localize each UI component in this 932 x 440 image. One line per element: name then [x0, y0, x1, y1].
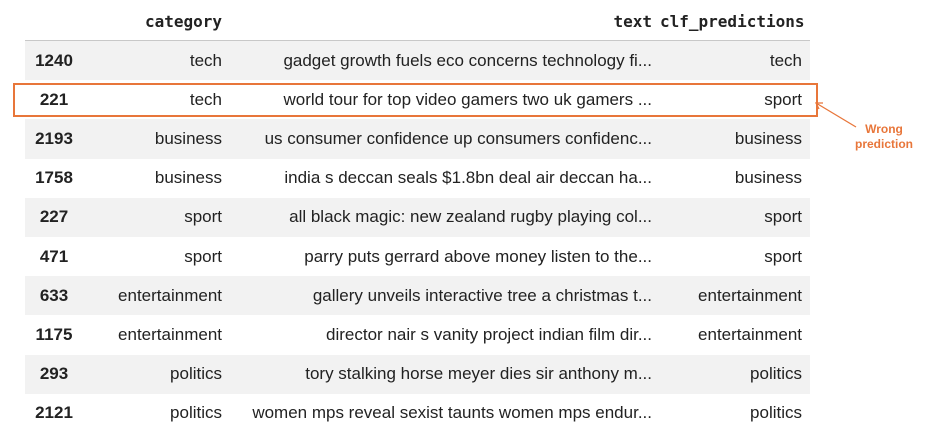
prediction-cell: politics — [660, 393, 810, 433]
clf-predictions-header: clf_predictions — [660, 2, 810, 41]
text-cell: gallery unveils interactive tree a chris… — [230, 276, 660, 316]
wrong-prediction-annotation: Wrong prediction — [846, 122, 922, 152]
prediction-cell: entertainment — [660, 315, 810, 355]
prediction-cell: politics — [660, 354, 810, 394]
prediction-cell: sport — [660, 197, 810, 237]
index-header — [25, 2, 83, 41]
table-row: 471 sport parry puts gerrard above money… — [25, 236, 810, 277]
text-cell: us consumer confidence up consumers conf… — [230, 119, 660, 159]
text-cell: world tour for top video gamers two uk g… — [230, 80, 660, 120]
category-cell: tech — [83, 40, 230, 81]
prediction-cell: sport — [660, 80, 810, 120]
dataframe-table: category text clf_predictions 1240 tech … — [25, 2, 810, 433]
category-cell: politics — [83, 354, 230, 394]
table-row: 1240 tech gadget growth fuels eco concer… — [25, 40, 810, 81]
text-cell: india s deccan seals $1.8bn deal air dec… — [230, 158, 660, 198]
prediction-cell: tech — [660, 40, 810, 81]
category-cell: business — [83, 158, 230, 198]
text-cell: tory stalking horse meyer dies sir antho… — [230, 354, 660, 394]
text-cell: women mps reveal sexist taunts women mps… — [230, 393, 660, 433]
row-index: 221 — [25, 80, 83, 120]
row-index: 1175 — [25, 315, 83, 355]
prediction-cell: business — [660, 158, 810, 198]
text-cell: all black magic: new zealand rugby playi… — [230, 197, 660, 237]
category-cell: tech — [83, 80, 230, 120]
category-cell: business — [83, 119, 230, 159]
table-row: 2121 politics women mps reveal sexist ta… — [25, 393, 810, 433]
row-index: 2121 — [25, 393, 83, 433]
header-row: category text clf_predictions — [25, 2, 810, 41]
annotation-line-1: Wrong — [865, 122, 903, 136]
prediction-cell: business — [660, 119, 810, 159]
text-cell: gadget growth fuels eco concerns technol… — [230, 40, 660, 81]
category-cell: entertainment — [83, 315, 230, 355]
category-header: category — [83, 2, 230, 41]
dataframe-output: category text clf_predictions 1240 tech … — [25, 2, 810, 433]
category-cell: entertainment — [83, 276, 230, 316]
text-cell: parry puts gerrard above money listen to… — [230, 236, 660, 277]
row-index: 633 — [25, 276, 83, 316]
table-row: 227 sport all black magic: new zealand r… — [25, 197, 810, 237]
category-cell: sport — [83, 236, 230, 277]
table-row: 2193 business us consumer confidence up … — [25, 119, 810, 159]
text-header: text — [230, 2, 660, 41]
table-row: 1175 entertainment director nair s vanit… — [25, 315, 810, 355]
prediction-cell: entertainment — [660, 276, 810, 316]
table-row-wrong-prediction: 221 tech world tour for top video gamers… — [25, 80, 810, 120]
row-index: 1758 — [25, 158, 83, 198]
prediction-cell: sport — [660, 236, 810, 277]
row-index: 1240 — [25, 40, 83, 81]
category-cell: sport — [83, 197, 230, 237]
row-index: 227 — [25, 197, 83, 237]
table-row: 1758 business india s deccan seals $1.8b… — [25, 158, 810, 198]
row-index: 2193 — [25, 119, 83, 159]
category-cell: politics — [83, 393, 230, 433]
annotation-line-2: prediction — [854, 137, 913, 151]
table-row: 633 entertainment gallery unveils intera… — [25, 276, 810, 316]
text-cell: director nair s vanity project indian fi… — [230, 315, 660, 355]
row-index: 471 — [25, 236, 83, 277]
row-index: 293 — [25, 354, 83, 394]
table-row: 293 politics tory stalking horse meyer d… — [25, 354, 810, 394]
